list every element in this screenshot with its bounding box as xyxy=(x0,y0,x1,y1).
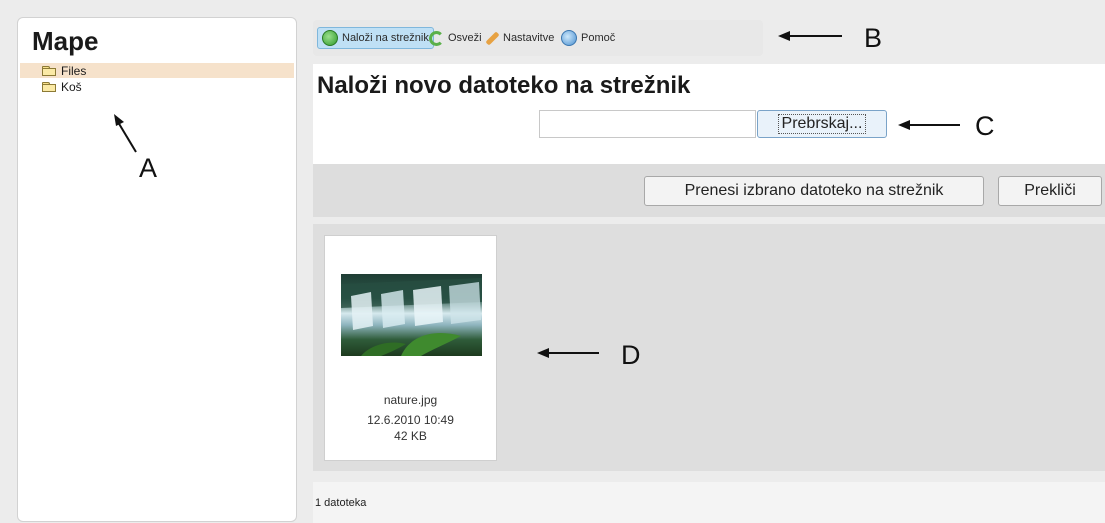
help-button[interactable]: Pomoč xyxy=(557,27,619,49)
files-grid: nature.jpg 12.6.2010 10:49 42 KB xyxy=(313,224,1105,471)
annotation-letter-c: C xyxy=(975,111,995,141)
browse-button[interactable]: Prebrskaj... xyxy=(757,110,887,138)
refresh-button[interactable]: Osveži xyxy=(425,27,486,49)
cancel-button[interactable]: Prekliči xyxy=(998,176,1102,206)
folder-label: Files xyxy=(61,63,87,78)
folder-item-files[interactable]: Files xyxy=(20,63,294,78)
folder-icon xyxy=(42,81,56,92)
annotation-letter-d: D xyxy=(621,340,641,370)
folder-icon xyxy=(42,65,56,76)
help-button-label: Pomoč xyxy=(581,32,616,44)
folders-panel: Mape Files Koš xyxy=(17,17,297,522)
upload-button-label: Naloži na strežnik xyxy=(342,32,429,44)
help-icon xyxy=(561,30,577,46)
file-name: nature.jpg xyxy=(383,393,438,407)
toolbar: Naloži na strežnik Osveži Nastavitve Pom… xyxy=(313,20,763,56)
browse-button-label: Prebrskaj... xyxy=(777,114,867,134)
upload-icon xyxy=(322,30,338,46)
folder-item-trash[interactable]: Koš xyxy=(20,79,294,94)
upload-actions-bar: Prenesi izbrano datoteko na strežnik Pre… xyxy=(313,164,1105,217)
upload-title: Naloži novo datoteko na strežnik xyxy=(317,72,691,99)
folder-label: Koš xyxy=(61,79,82,94)
file-count: 1 datoteka xyxy=(315,497,367,509)
annotation-letter-b: B xyxy=(864,23,883,53)
file-manager-window: Mape Files Koš A Naloži na strežnik Osve… xyxy=(0,0,1105,523)
annotation-arrow-a xyxy=(114,114,137,153)
settings-button-label: Nastavitve xyxy=(503,32,555,44)
upload-button[interactable]: Naloži na strežnik xyxy=(317,27,434,49)
annotation-arrow-b xyxy=(788,35,842,37)
file-date: 12.6.2010 10:49 xyxy=(367,413,454,427)
annotation-arrow-d xyxy=(547,352,599,354)
status-bar: 1 datoteka xyxy=(313,482,1105,523)
folders-title: Mape xyxy=(32,26,99,56)
file-size: 42 KB xyxy=(394,429,427,443)
annotation-letter-a: A xyxy=(139,153,158,183)
file-path-field[interactable] xyxy=(539,110,756,138)
upload-selected-file-button[interactable]: Prenesi izbrano datoteko na strežnik xyxy=(644,176,984,206)
wrench-icon xyxy=(485,30,500,46)
file-item[interactable]: nature.jpg 12.6.2010 10:49 42 KB xyxy=(324,235,497,461)
settings-button[interactable]: Nastavitve xyxy=(482,27,558,49)
image-thumbnail xyxy=(341,274,482,356)
refresh-button-label: Osveži xyxy=(448,32,482,44)
refresh-icon xyxy=(429,30,444,46)
annotation-arrow-c xyxy=(908,124,960,126)
